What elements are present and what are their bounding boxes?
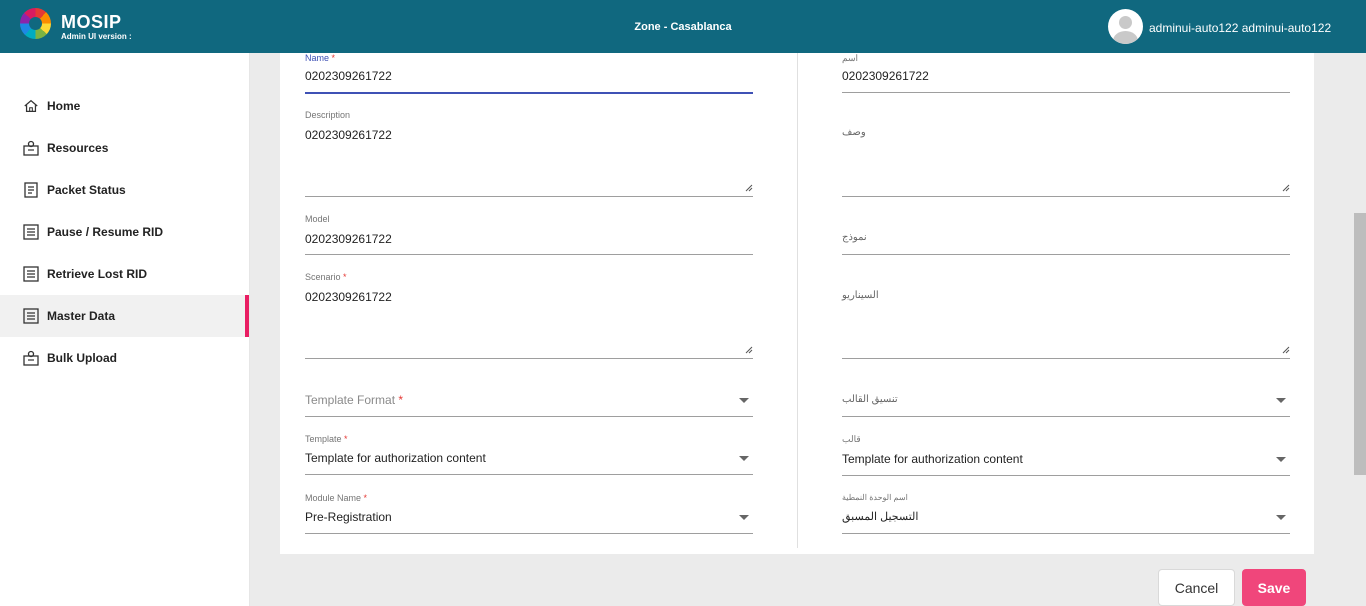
resources-icon xyxy=(23,140,39,156)
name-label: Name xyxy=(305,53,330,63)
description-ar-placeholder: وصف xyxy=(842,127,866,138)
template-underline xyxy=(305,474,753,475)
admin-ui-version: Admin UI version : xyxy=(61,32,132,41)
chevron-down-icon xyxy=(1276,398,1286,403)
user-avatar[interactable] xyxy=(1108,9,1143,44)
list-icon xyxy=(23,266,39,282)
template-format-ar-select[interactable]: تنسيق القالب xyxy=(842,390,1290,418)
template-ar-select[interactable]: قالب Template for authorization content xyxy=(842,434,1290,477)
chevron-down-icon xyxy=(1276,457,1286,462)
model-underline xyxy=(305,254,753,255)
description-label: Description xyxy=(305,110,351,120)
scenario-ar-underline xyxy=(842,358,1290,359)
template-format-select[interactable]: Template Format * xyxy=(305,390,753,418)
scenario-label: Scenario xyxy=(305,272,341,282)
sidebar-item-home[interactable]: Home xyxy=(0,85,249,127)
avatar-body-icon xyxy=(1113,31,1138,44)
sidebar-item-master-data[interactable]: Master Data xyxy=(0,295,249,337)
module-name-label: Module Name xyxy=(305,493,362,503)
sidebar-item-label: Resources xyxy=(47,141,109,155)
avatar-head-icon xyxy=(1119,16,1132,29)
module-name-select[interactable]: Module Name * Pre-Registration xyxy=(305,493,753,535)
list-icon xyxy=(23,308,39,324)
model-label: Model xyxy=(305,214,330,224)
sidebar-item-label: Packet Status xyxy=(47,183,126,197)
model-input[interactable]: 0202309261722 xyxy=(305,232,392,246)
scenario-ar-placeholder: السيناريو xyxy=(842,290,879,301)
sidebar-item-label: Retrieve Lost RID xyxy=(47,267,148,281)
description-ar-field[interactable]: وصف xyxy=(842,110,1290,198)
description-underline xyxy=(305,196,753,197)
template-format-placeholder: Template Format xyxy=(305,393,396,407)
resize-handle-icon[interactable] xyxy=(1282,346,1290,354)
required-mark: * xyxy=(363,493,368,503)
name-ar-underline xyxy=(842,92,1290,93)
model-ar-placeholder: نموذج xyxy=(842,232,867,243)
sidebar-item-label: Master Data xyxy=(47,309,116,323)
name-input[interactable]: 0202309261722 xyxy=(305,69,392,83)
description-field[interactable]: Description 0202309261722 xyxy=(305,110,753,198)
sidebar-item-label: Pause / Resume RID xyxy=(47,225,164,239)
sidebar-item-packet-status[interactable]: Packet Status xyxy=(0,169,249,211)
template-value: Template for authorization content xyxy=(305,451,486,465)
chevron-down-icon xyxy=(739,398,749,403)
name-field[interactable]: Name * 0202309261722 xyxy=(305,53,753,95)
resize-handle-icon[interactable] xyxy=(745,184,753,192)
name-ar-field[interactable]: اسم 0202309261722 xyxy=(842,53,1290,95)
module-name-value: Pre-Registration xyxy=(305,510,392,524)
resize-handle-icon[interactable] xyxy=(745,346,753,354)
scenario-ar-field[interactable]: السيناريو xyxy=(842,272,1290,360)
template-ar-value: Template for authorization content xyxy=(842,452,1023,466)
required-mark: * xyxy=(343,272,347,282)
module-name-ar-value: التسجيل المسبق xyxy=(842,511,919,523)
module-name-ar-select[interactable]: اسم الوحدة النمطية التسجيل المسبق xyxy=(842,493,1290,535)
list-icon xyxy=(23,224,39,240)
save-button[interactable]: Save xyxy=(1242,569,1306,606)
sidebar-item-resources[interactable]: Resources xyxy=(0,127,249,169)
home-icon xyxy=(23,98,39,114)
sidebar-item-bulk-upload[interactable]: Bulk Upload xyxy=(0,337,249,379)
name-ar-input[interactable]: 0202309261722 xyxy=(842,69,929,83)
chevron-down-icon xyxy=(739,456,749,461)
scenario-field[interactable]: Scenario * 0202309261722 xyxy=(305,272,753,360)
column-divider xyxy=(797,53,798,548)
sidebar-item-label: Bulk Upload xyxy=(47,351,118,365)
model-ar-underline xyxy=(842,254,1290,255)
required-mark: * xyxy=(344,434,348,444)
sidebar-item-label: Home xyxy=(47,99,81,113)
scenario-underline xyxy=(305,358,753,359)
scenario-input[interactable]: 0202309261722 xyxy=(305,290,392,304)
model-ar-field[interactable]: نموذج xyxy=(842,214,1290,256)
template-ar-underline xyxy=(842,475,1290,476)
required-mark: * xyxy=(398,393,404,407)
cancel-button[interactable]: Cancel xyxy=(1158,569,1235,606)
description-ar-underline xyxy=(842,196,1290,197)
model-field[interactable]: Model 0202309261722 xyxy=(305,214,753,256)
module-name-ar-underline xyxy=(842,533,1290,534)
sidebar-item-pause-resume-rid[interactable]: Pause / Resume RID xyxy=(0,211,249,253)
template-format-underline xyxy=(305,416,753,417)
top-header: MOSIP Admin UI version : Zone - Casablan… xyxy=(0,0,1366,53)
required-mark: * xyxy=(331,53,336,63)
user-name[interactable]: adminui-auto122 adminui-auto122 xyxy=(1149,21,1331,35)
template-ar-label: قالب xyxy=(842,434,861,444)
name-underline xyxy=(305,92,753,94)
page-scrollbar[interactable] xyxy=(1354,213,1366,475)
sidebar-item-retrieve-lost-rid[interactable]: Retrieve Lost RID xyxy=(0,253,249,295)
chevron-down-icon xyxy=(1276,515,1286,520)
upload-icon xyxy=(23,350,39,366)
template-select[interactable]: Template * Template for authorization co… xyxy=(305,434,753,476)
module-name-ar-label: اسم الوحدة النمطية xyxy=(842,493,908,502)
template-format-ar-placeholder: تنسيق القالب xyxy=(842,394,898,405)
resize-handle-icon[interactable] xyxy=(1282,184,1290,192)
name-ar-label: اسم xyxy=(842,53,859,63)
module-name-underline xyxy=(305,533,753,534)
description-input[interactable]: 0202309261722 xyxy=(305,128,392,142)
packet-icon xyxy=(23,182,39,198)
sidebar: Home Resources Packet Status Pause / Res… xyxy=(0,53,250,606)
chevron-down-icon xyxy=(739,515,749,520)
template-format-ar-underline xyxy=(842,416,1290,417)
template-label: Template xyxy=(305,434,342,444)
